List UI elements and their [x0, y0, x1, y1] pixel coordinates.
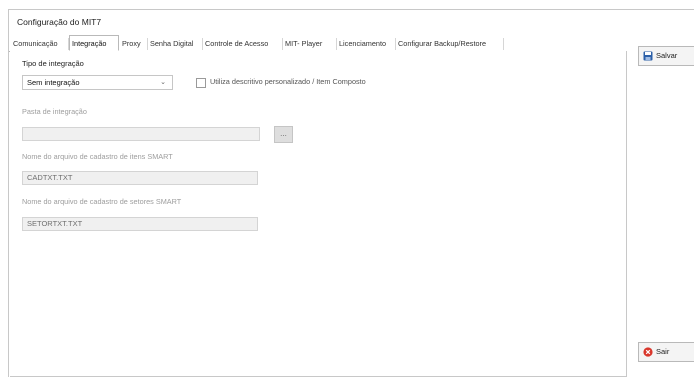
save-button[interactable]: Salvar: [638, 46, 694, 66]
integration-type-label: Tipo de integração: [22, 59, 84, 68]
integration-panel: Tipo de integração Sem integração ⌄ Util…: [10, 51, 627, 377]
tab-integracao[interactable]: Integração: [69, 35, 119, 51]
close-circle-icon: [643, 347, 653, 357]
chevron-down-icon: ⌄: [160, 79, 166, 86]
tab-comunicacao[interactable]: Comunicação: [11, 38, 69, 50]
tab-mit-player[interactable]: MIT- Player: [283, 38, 337, 50]
config-window: Configuração do MIT7 Comunicação Integra…: [8, 9, 694, 377]
title-bar: Configuração do MIT7: [9, 10, 694, 34]
tab-controle-acesso[interactable]: Controle de Acesso: [203, 38, 283, 50]
integration-folder-label: Pasta de integração: [22, 107, 87, 116]
sectors-file-input[interactable]: SETORTXT.TXT: [22, 217, 258, 231]
tab-senha-digital[interactable]: Senha Digital: [148, 38, 203, 50]
custom-description-label: Utiliza descritivo personalizado / Item …: [210, 77, 366, 86]
tab-proxy[interactable]: Proxy: [120, 38, 148, 50]
integration-type-select[interactable]: Sem integração ⌄: [22, 75, 173, 90]
window-title: Configuração do MIT7: [17, 17, 102, 27]
integration-type-value: Sem integração: [27, 78, 80, 87]
browse-folder-button[interactable]: ...: [274, 126, 293, 143]
integration-folder-input[interactable]: [22, 127, 260, 141]
exit-button[interactable]: Sair: [638, 342, 694, 362]
sectors-file-label: Nome do arquivo de cadastro de setores S…: [22, 197, 182, 206]
items-file-input[interactable]: CADTXT.TXT: [22, 171, 258, 185]
custom-description-checkbox[interactable]: [196, 78, 206, 88]
tab-strip: Comunicação Integração Proxy Senha Digit…: [9, 35, 627, 52]
tab-licenciamento[interactable]: Licenciamento: [337, 38, 396, 50]
floppy-disk-icon: [643, 51, 653, 61]
save-button-label: Salvar: [656, 51, 678, 60]
items-file-label: Nome do arquivo de cadastro de itens SMA…: [22, 152, 173, 161]
tab-configurar-backup[interactable]: Configurar Backup/Restore: [396, 38, 504, 50]
exit-button-label: Sair: [656, 347, 670, 356]
